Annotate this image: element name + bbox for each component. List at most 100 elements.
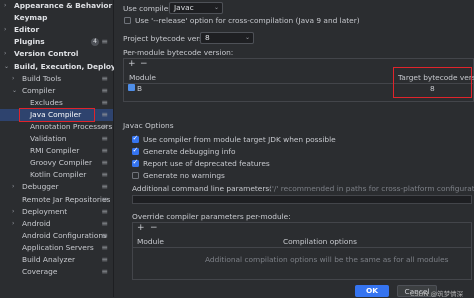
sidebar-item-label: Editor <box>14 25 40 34</box>
sidebar-item[interactable]: Plugins 4 ≡ <box>0 36 113 48</box>
sidebar-item[interactable]: Android Configurations ≡ <box>0 230 113 242</box>
col-override-module: Module <box>137 237 164 246</box>
project-settings-icon: ≡ <box>101 37 108 46</box>
sidebar-item-label: Build Analyzer <box>22 255 76 264</box>
option-checkbox-3[interactable] <box>132 172 139 179</box>
sidebar-item-label: Plugins <box>14 37 45 46</box>
sidebar-item[interactable]: › Version Control <box>0 48 113 60</box>
project-settings-icon: ≡ <box>101 267 108 276</box>
project-bytecode-select[interactable]: 8 ⌄ <box>200 32 254 44</box>
sidebar-item-label: Android <box>22 219 51 228</box>
project-bytecode-value: 8 <box>205 33 210 42</box>
sidebar-item-label: Keymap <box>14 13 48 22</box>
per-module-label: Per-module bytecode version: <box>123 48 234 57</box>
override-table-header: Module Compilation options <box>133 235 471 248</box>
col-module: Module <box>129 73 156 82</box>
chevron-right-icon[interactable]: › <box>4 0 6 12</box>
sidebar-item[interactable]: Coverage ≡ <box>0 266 113 278</box>
highlight-java-compiler <box>19 108 95 122</box>
sidebar-item[interactable]: ⌄ Build, Execution, Deployment <box>0 61 137 73</box>
module-icon <box>128 84 135 91</box>
sidebar-item-label: Coverage <box>22 267 58 276</box>
sidebar-item[interactable]: Groovy Compiler ≡ <box>0 157 113 169</box>
highlight-target-bytecode <box>393 67 472 98</box>
chevron-down-icon: ⌄ <box>244 34 250 41</box>
sidebar-item[interactable]: › Debugger ≡ <box>0 181 113 193</box>
project-settings-icon: ≡ <box>101 182 108 191</box>
project-settings-icon: ≡ <box>101 170 108 179</box>
option-checkbox-0[interactable] <box>132 134 139 143</box>
sidebar-item-label: Version Control <box>14 49 79 58</box>
sidebar-item[interactable]: › Editor <box>0 24 113 36</box>
option-label-0: Use compiler from module target JDK when… <box>143 135 336 144</box>
project-settings-icon: ≡ <box>101 86 108 95</box>
sidebar-item[interactable]: Application Servers ≡ <box>0 242 113 254</box>
sidebar-item-label: Compiler <box>22 86 56 95</box>
sidebar-item[interactable]: › Build Tools ≡ <box>0 73 113 85</box>
chevron-down-icon[interactable]: ⌄ <box>12 85 17 97</box>
sidebar-item-label: Appearance & Behavior <box>14 1 113 10</box>
compiler-select[interactable]: Javac ⌄ <box>169 2 223 14</box>
project-settings-icon: ≡ <box>101 255 108 264</box>
java-compiler-panel: Use compiler: Javac ⌄ Use '--release' op… <box>114 0 474 297</box>
chevron-right-icon[interactable]: › <box>12 181 14 193</box>
sidebar-item[interactable]: › Android ≡ <box>0 218 113 230</box>
add-override-button[interactable]: + <box>137 223 145 233</box>
override-label: Override compiler parameters per-module: <box>132 212 291 221</box>
override-table: + − Module Compilation options Additiona… <box>132 222 472 280</box>
sidebar-item[interactable]: Remote Jar Repositories ≡ <box>0 194 113 206</box>
sidebar-item-label: Android Configurations <box>22 231 107 240</box>
sidebar-item[interactable]: › Deployment ≡ <box>0 206 113 218</box>
sidebar-item-label: Groovy Compiler <box>30 158 93 167</box>
sidebar-item[interactable]: Validation ≡ <box>0 133 113 145</box>
sidebar-item-label: RMI Compiler <box>30 146 80 155</box>
sidebar-item[interactable]: ⌄ Compiler ≡ <box>0 85 113 97</box>
ok-button[interactable]: OK <box>355 285 389 297</box>
sidebar-item-label: Kotlin Compiler <box>30 170 87 179</box>
release-option-checkbox[interactable] <box>124 17 131 24</box>
option-label-2: Report use of deprecated features <box>143 159 270 168</box>
sidebar-item-label: Application Servers <box>22 243 94 252</box>
sidebar-item-label: Build Tools <box>22 74 62 83</box>
sidebar-item-label: Deployment <box>22 207 68 216</box>
project-settings-icon: ≡ <box>101 219 108 228</box>
chevron-right-icon[interactable]: › <box>12 73 14 85</box>
chevron-right-icon[interactable]: › <box>4 48 6 60</box>
sidebar-item-label: Remote Jar Repositories <box>22 195 111 204</box>
col-compilation-options: Compilation options <box>283 237 357 246</box>
project-settings-icon: ≡ <box>101 110 108 119</box>
override-empty-text: Additional compilation options will be t… <box>205 255 449 264</box>
option-checkbox-2[interactable] <box>132 158 139 167</box>
javac-options-label: Javac Options <box>123 121 174 130</box>
sidebar-item-label: Debugger <box>22 182 59 191</box>
sidebar-item[interactable]: Build Analyzer ≡ <box>0 254 113 266</box>
plugins-update-badge: 4 <box>91 38 99 46</box>
chevron-right-icon[interactable]: › <box>12 206 14 218</box>
sidebar-item-label: Validation <box>30 134 67 143</box>
remove-override-button[interactable]: − <box>150 223 158 233</box>
project-settings-icon: ≡ <box>101 231 108 240</box>
option-label-3: Generate no warnings <box>143 171 225 180</box>
chevron-down-icon[interactable]: ⌄ <box>4 61 9 73</box>
additional-params-hint: ('/' recommended in paths for cross-plat… <box>269 184 474 193</box>
release-option-label: Use '--release' option for cross-compila… <box>135 16 360 25</box>
add-module-button[interactable]: + <box>128 59 136 69</box>
chevron-right-icon[interactable]: › <box>4 24 6 36</box>
chevron-right-icon[interactable]: › <box>12 218 14 230</box>
sidebar-item[interactable]: Keymap <box>0 12 113 24</box>
compiler-select-value: Javac <box>174 3 194 12</box>
module-name: B <box>137 84 143 93</box>
chevron-down-icon: ⌄ <box>213 4 219 11</box>
additional-params-label: Additional command line parameters: <box>132 184 272 193</box>
sidebar-item[interactable]: Kotlin Compiler ≡ <box>0 169 113 181</box>
sidebar-item[interactable]: › Appearance & Behavior <box>0 0 113 12</box>
sidebar-item[interactable]: Annotation Processors ≡ <box>0 121 113 133</box>
remove-module-button[interactable]: − <box>140 59 148 69</box>
project-settings-icon: ≡ <box>101 122 108 131</box>
project-settings-icon: ≡ <box>101 243 108 252</box>
sidebar-item-label: Annotation Processors <box>30 122 113 131</box>
option-label-1: Generate debugging info <box>143 147 236 156</box>
option-checkbox-1[interactable] <box>132 146 139 155</box>
sidebar-item[interactable]: RMI Compiler ≡ <box>0 145 113 157</box>
additional-params-input[interactable] <box>132 195 472 204</box>
